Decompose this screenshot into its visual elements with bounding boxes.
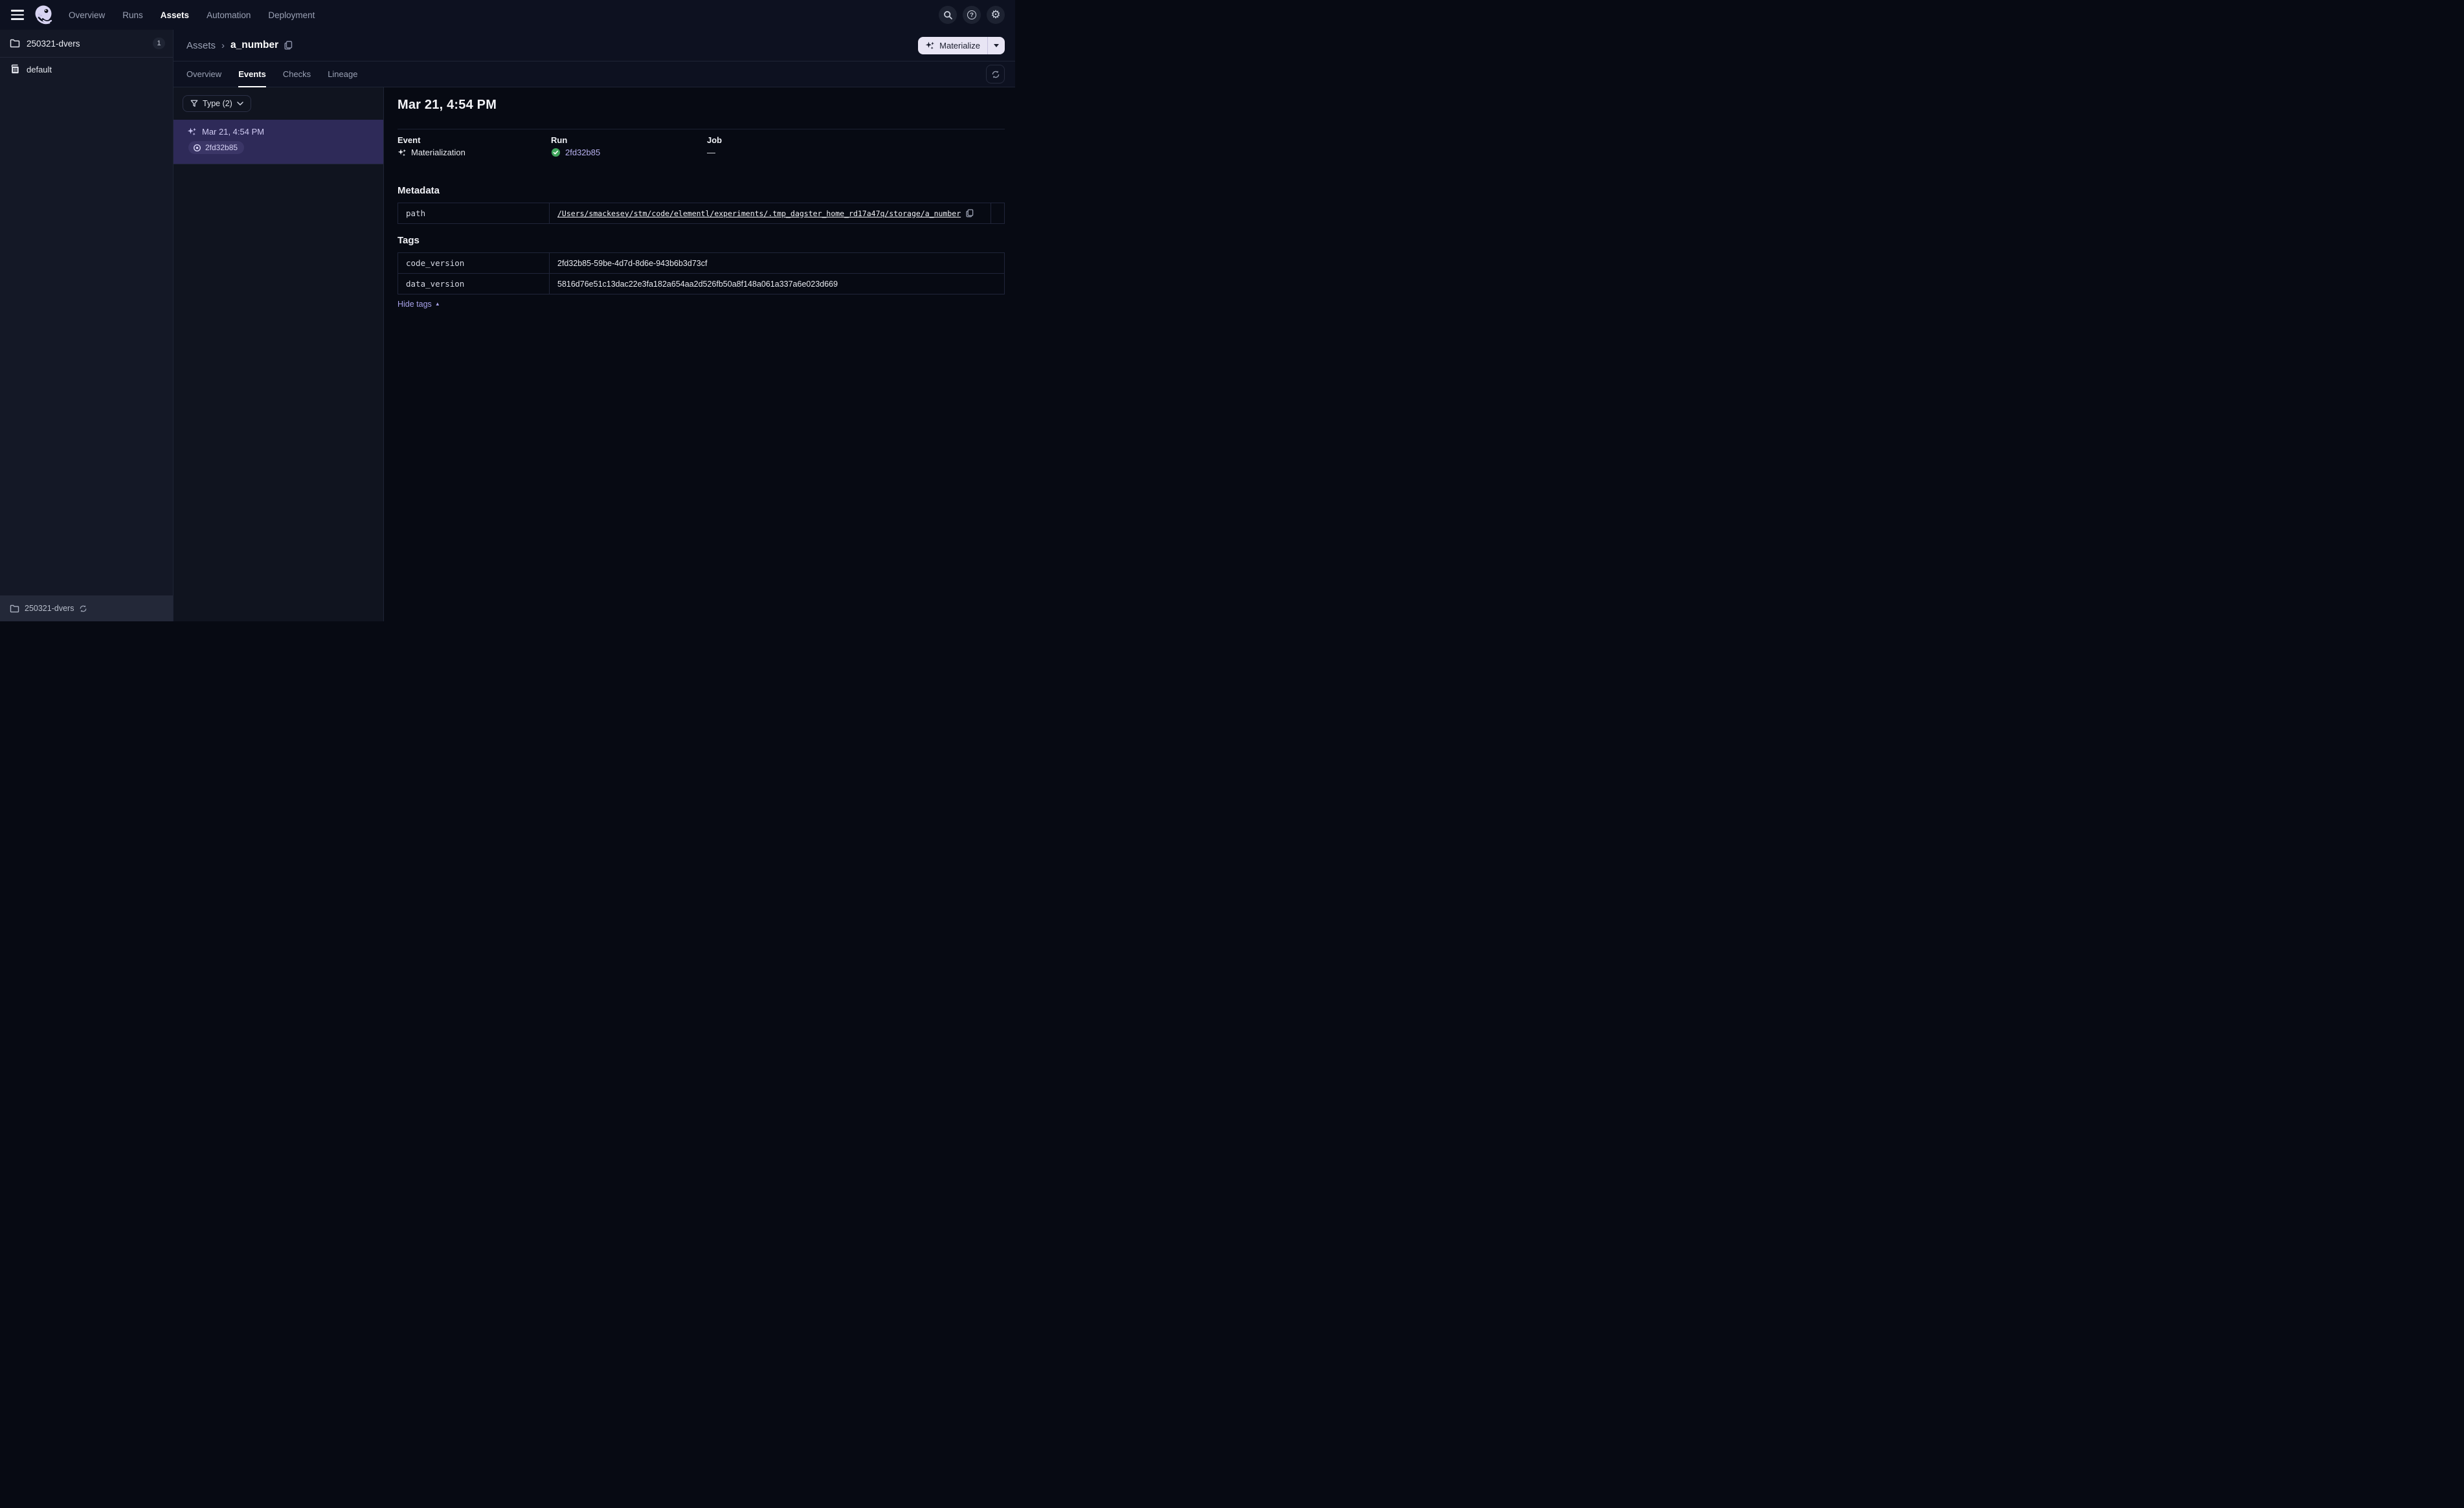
help-icon: ?: [967, 10, 976, 19]
event-column-label: Event: [398, 135, 421, 145]
gear-icon: ⚙: [991, 8, 1001, 21]
materialize-sparkle-icon: [925, 41, 935, 49]
settings-button[interactable]: ⚙: [987, 6, 1005, 24]
run-status-icon: [193, 144, 201, 151]
folder-icon: [10, 39, 20, 48]
materialize-label: Materialize: [939, 40, 980, 50]
group-name: default: [27, 64, 52, 74]
run-success-icon: [551, 148, 561, 157]
materialize-dropdown-button[interactable]: [988, 37, 1005, 54]
nav-item-automation[interactable]: Automation: [207, 10, 251, 20]
nav-item-assets[interactable]: Assets: [161, 10, 189, 20]
search-icon: [943, 10, 952, 19]
top-nav: Overview Runs Assets Automation Deployme…: [0, 0, 1015, 30]
hide-tags-label: Hide tags: [398, 300, 432, 309]
materialize-split-button: Materialize: [918, 36, 1005, 54]
event-type-filter-button[interactable]: Type (2): [183, 95, 251, 112]
event-run-id: 2fd32b85: [205, 143, 238, 152]
chevron-up-icon: ▲: [434, 301, 440, 307]
run-column-label: Run: [551, 135, 568, 145]
filter-funnel-icon: [190, 100, 198, 107]
primary-nav: Overview Runs Assets Automation Deployme…: [69, 10, 315, 20]
chevron-down-icon: [994, 43, 999, 47]
metadata-table: path /Users/smackesey/stm/code/elementl/…: [398, 203, 1005, 224]
event-list-panel: Type (2) Mar 21, 4:54 PM 2fd32b85: [174, 87, 384, 621]
run-value: 2fd32b85: [551, 148, 707, 157]
tag-key: code_version: [398, 253, 550, 273]
copy-path-button[interactable]: [966, 209, 974, 217]
copy-icon: [966, 209, 974, 217]
chevron-down-icon: [237, 102, 243, 105]
nav-item-overview[interactable]: Overview: [69, 10, 105, 20]
metadata-path-link[interactable]: /Users/smackesey/stm/code/elementl/exper…: [557, 209, 961, 218]
event-detail-panel: Mar 21, 4:54 PM Event Run Job Materializ…: [384, 87, 1015, 621]
tab-overview[interactable]: Overview: [186, 62, 221, 87]
asset-header: Assets › a_number Materialize Overview E…: [174, 30, 1015, 87]
event-timestamp: Mar 21, 4:54 PM: [202, 127, 265, 137]
search-button[interactable]: [939, 6, 957, 24]
sidebar-footer-repo[interactable]: 250321-dvers: [0, 595, 173, 621]
footer-repo-name: 250321-dvers: [25, 604, 74, 613]
job-column-label: Job: [707, 135, 722, 145]
tab-lineage[interactable]: Lineage: [328, 62, 357, 87]
event-summary-grid: Event Run Job Materialization 2fd32b85 —: [398, 135, 1005, 157]
event-detail-title: Mar 21, 4:54 PM: [398, 98, 497, 112]
event-run-pill[interactable]: 2fd32b85: [188, 141, 245, 154]
run-id-link[interactable]: 2fd32b85: [565, 148, 600, 157]
help-button[interactable]: ?: [963, 6, 981, 24]
page-title: a_number: [230, 39, 279, 50]
tab-events[interactable]: Events: [238, 62, 266, 87]
folder-icon: [10, 604, 19, 612]
sidebar-item-group-default[interactable]: default: [0, 58, 173, 81]
tags-heading: Tags: [398, 235, 420, 246]
refresh-icon: [992, 70, 999, 78]
repo-name: 250321-dvers: [27, 38, 80, 49]
materialization-sparkle-icon: [187, 128, 196, 136]
reload-icon[interactable]: [79, 604, 87, 613]
event-list-item-selected[interactable]: Mar 21, 4:54 PM 2fd32b85: [174, 120, 383, 164]
materialization-sparkle-icon: [398, 148, 406, 156]
sidebar-item-repo[interactable]: 250321-dvers 1: [0, 30, 173, 58]
nav-item-deployment[interactable]: Deployment: [268, 10, 315, 20]
metadata-heading: Metadata: [398, 185, 440, 196]
tags-table: code_version 2fd32b85-59be-4d7d-8d6e-943…: [398, 252, 1005, 294]
tag-value: 5816d76e51c13dac22e3fa182a654aa2d526fb50…: [557, 279, 838, 289]
copy-icon: [284, 41, 293, 50]
table-row: code_version 2fd32b85-59be-4d7d-8d6e-943…: [398, 253, 1004, 274]
tab-checks[interactable]: Checks: [283, 62, 311, 87]
breadcrumb-assets-link[interactable]: Assets: [186, 40, 216, 51]
table-row: path /Users/smackesey/stm/code/elementl/…: [398, 203, 1004, 223]
filter-label: Type (2): [203, 99, 232, 108]
nav-item-runs[interactable]: Runs: [122, 10, 143, 20]
table-row: data_version 5816d76e51c13dac22e3fa182a6…: [398, 274, 1004, 294]
metadata-action-cell: [991, 203, 1004, 223]
breadcrumb: Assets › a_number Materialize: [174, 30, 1015, 61]
asset-group-icon: [11, 64, 19, 74]
tag-key: data_version: [398, 274, 550, 294]
dagster-logo[interactable]: [32, 3, 56, 27]
hamburger-menu-icon[interactable]: [6, 4, 28, 26]
asset-catalog-sidebar: 250321-dvers 1 default 250321-dvers: [0, 30, 174, 621]
hide-tags-link[interactable]: Hide tags ▲: [398, 300, 440, 309]
event-type-value: Materialization: [398, 148, 551, 157]
breadcrumb-separator: ›: [221, 39, 225, 51]
materialize-button[interactable]: Materialize: [918, 37, 987, 54]
job-value: —: [707, 148, 1005, 157]
event-type-text: Materialization: [411, 148, 465, 157]
refresh-events-button[interactable]: [986, 65, 1005, 83]
asset-tabs: Overview Events Checks Lineage: [174, 61, 1015, 87]
job-value-text: —: [707, 148, 715, 157]
metadata-key: path: [398, 203, 550, 223]
tag-value: 2fd32b85-59be-4d7d-8d6e-943b6b3d73cf: [557, 258, 708, 268]
asset-count-badge: 1: [153, 38, 165, 49]
copy-asset-name-button[interactable]: [284, 41, 293, 50]
